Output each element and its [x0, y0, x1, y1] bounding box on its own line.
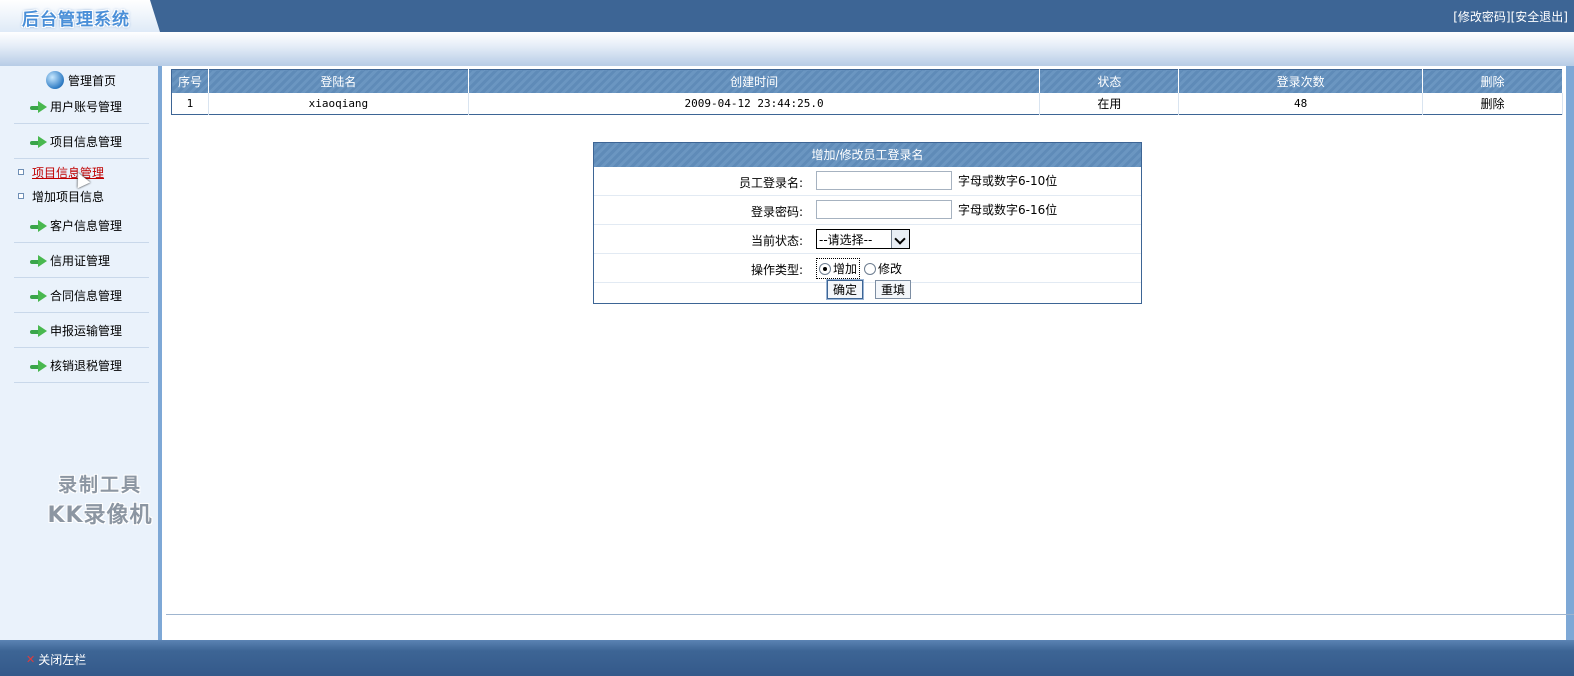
logo-tab: 后台管理系统	[0, 0, 160, 32]
sidebar-home-label: 管理首页	[68, 73, 117, 88]
sub-item-label: 增加项目信息	[32, 189, 105, 204]
column-header: 序号	[171, 69, 209, 93]
sidebar-item-label: 项目信息管理	[50, 135, 123, 149]
sidebar-item-projects[interactable]: 项目信息管理	[14, 125, 149, 159]
op-type-label: 操作类型:	[750, 263, 803, 277]
green-arrow-icon	[30, 100, 48, 113]
form-row-op-type: 操作类型: 增加 修改	[594, 254, 1141, 283]
login-name-hint: 字母或数字6-10位	[958, 174, 1058, 188]
sidebar-item-label: 用户账号管理	[50, 100, 123, 114]
sidebar-item-customers[interactable]: 客户信息管理	[14, 209, 149, 243]
sidebar-item-shipping[interactable]: 申报运输管理	[14, 314, 149, 348]
op-modify-label: 修改	[878, 262, 903, 276]
recorder-watermark: 录制工具 KK录像机	[30, 470, 170, 529]
globe-icon	[46, 71, 64, 89]
password-hint: 字母或数字6-16位	[958, 203, 1058, 217]
op-add-radio[interactable]: 增加	[816, 258, 861, 279]
form-title: 增加/修改员工登录名	[594, 143, 1141, 167]
bottom-bar: ✕ 关闭左栏	[0, 640, 1574, 676]
green-arrow-icon	[30, 289, 48, 302]
sub-item-add-project[interactable]: 增加项目信息	[18, 188, 104, 204]
header-gradient-band	[0, 32, 1574, 66]
column-header: 登录次数	[1178, 69, 1424, 93]
green-arrow-icon	[30, 254, 48, 267]
status-select[interactable]: --请选择--	[816, 229, 910, 249]
green-arrow-icon	[30, 219, 48, 232]
table-row: 1 xiaoqiang 2009-04-12 23:44:25.0 在用 48 …	[171, 92, 1563, 115]
form-row-password: 登录密码: 字母或数字6-16位	[594, 196, 1141, 225]
watermark-line1: 录制工具	[57, 474, 142, 496]
users-table: 序号 登陆名 创建时间 状态 登录次数 删除 1 xiaoqiang 2009-…	[171, 69, 1563, 115]
radio-checked-icon	[819, 262, 831, 275]
sidebar: 管理首页 用户账号管理 项目信息管理 项目信息管理 增加项目信息 客户信息管理 …	[0, 66, 162, 640]
sidebar-item-letter-of-credit[interactable]: 信用证管理	[14, 244, 149, 278]
reset-button[interactable]: 重填	[875, 280, 912, 299]
delete-link[interactable]: 删除	[1422, 92, 1563, 115]
chevron-down-icon	[891, 230, 909, 248]
sidebar-item-tax-refund[interactable]: 核销退税管理	[14, 349, 149, 383]
green-arrow-icon	[30, 324, 48, 337]
top-links: [修改密码][安全退出]	[1453, 8, 1568, 25]
column-header: 创建时间	[468, 69, 1041, 93]
login-name-input[interactable]	[816, 171, 952, 190]
app-logo: 后台管理系统	[22, 10, 130, 30]
form-row-status: 当前状态: --请选择--	[594, 225, 1141, 254]
sidebar-item-user-accounts[interactable]: 用户账号管理	[14, 90, 149, 124]
status-select-value: --请选择--	[819, 232, 873, 247]
top-header: 后台管理系统 [修改密码][安全退出]	[0, 0, 1574, 32]
sidebar-item-label: 核销退税管理	[50, 359, 123, 373]
watermark-line2: KK录像机	[47, 503, 153, 528]
sidebar-item-contracts[interactable]: 合同信息管理	[14, 279, 149, 313]
close-sidebar-button[interactable]: ✕ 关闭左栏	[26, 651, 86, 668]
sidebar-item-label: 信用证管理	[50, 254, 111, 268]
form-row-login-name: 员工登录名: 字母或数字6-10位	[594, 167, 1141, 196]
password-input[interactable]	[816, 200, 952, 219]
op-modify-radio[interactable]: 修改	[864, 260, 902, 277]
cell-status: 在用	[1039, 92, 1180, 115]
column-header: 删除	[1422, 69, 1563, 93]
close-icon: ✕	[26, 653, 36, 666]
column-header: 状态	[1039, 69, 1180, 93]
sidebar-home[interactable]: 管理首页	[46, 70, 116, 90]
cell-created-time: 2009-04-12 23:44:25.0	[468, 92, 1041, 115]
cell-login-name: xiaoqiang	[208, 92, 469, 115]
employee-login-form: 增加/修改员工登录名 员工登录名: 字母或数字6-10位 登录密码: 字母或数字…	[593, 142, 1142, 304]
status-label: 当前状态:	[750, 234, 803, 248]
cell-login-count: 48	[1178, 92, 1424, 115]
column-header: 登陆名	[208, 69, 469, 93]
sub-item-label: 项目信息管理	[32, 165, 105, 180]
logout-link[interactable]: [安全退出]	[1511, 10, 1568, 24]
cell-index: 1	[171, 92, 209, 115]
sidebar-item-label: 客户信息管理	[50, 219, 123, 233]
radio-unchecked-icon	[864, 262, 877, 275]
password-label: 登录密码:	[750, 205, 803, 219]
sidebar-item-label: 申报运输管理	[50, 324, 123, 338]
main-right-border	[1566, 66, 1574, 640]
main-bottom-divider	[166, 614, 1574, 615]
close-sidebar-label: 关闭左栏	[38, 653, 87, 667]
green-arrow-icon	[30, 135, 48, 148]
op-add-label: 增加	[833, 262, 858, 276]
sidebar-item-label: 合同信息管理	[50, 289, 123, 303]
bullet-icon	[18, 169, 24, 175]
form-buttons: 确定 重填	[825, 279, 912, 300]
sub-item-project-info[interactable]: 项目信息管理	[18, 164, 104, 180]
submit-button[interactable]: 确定	[825, 279, 865, 300]
table-header-row: 序号 登陆名 创建时间 状态 登录次数 删除	[171, 69, 1563, 93]
bullet-icon	[18, 193, 24, 199]
change-password-link[interactable]: [修改密码]	[1453, 10, 1510, 24]
login-name-label: 员工登录名:	[738, 176, 803, 190]
green-arrow-icon	[30, 359, 48, 372]
